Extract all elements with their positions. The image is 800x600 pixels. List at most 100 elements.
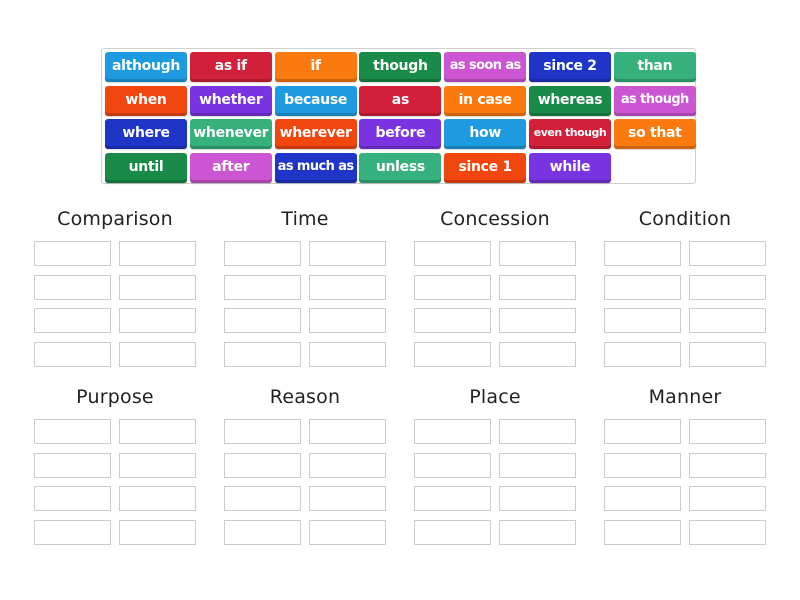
drop-slot[interactable] [34, 308, 111, 333]
word-tile[interactable]: before [359, 119, 442, 150]
drop-slot[interactable] [119, 341, 196, 367]
drop-slot[interactable] [119, 241, 196, 266]
category-title: Condition [638, 208, 732, 230]
drop-slot[interactable] [499, 486, 576, 511]
drop-slot[interactable] [499, 241, 576, 266]
drop-slot[interactable] [224, 419, 301, 444]
drop-slot[interactable] [604, 308, 681, 333]
drop-slot[interactable] [34, 274, 111, 300]
drop-slot[interactable] [689, 486, 766, 511]
category-title: Reason [269, 386, 341, 408]
drop-slot[interactable] [119, 274, 196, 300]
word-tile[interactable]: so that [613, 119, 696, 150]
drop-slot[interactable] [414, 519, 491, 545]
drop-slot[interactable] [604, 486, 681, 511]
word-tile[interactable]: until [105, 152, 187, 183]
drop-slot[interactable] [499, 519, 576, 545]
group-sort-activity: although as if if though as soon as since 2th… [0, 0, 800, 600]
drop-slot[interactable] [224, 241, 301, 266]
drop-slot[interactable] [689, 452, 766, 478]
drop-slot[interactable] [604, 452, 681, 478]
category-title: Time [281, 208, 329, 230]
drop-slot[interactable] [119, 419, 196, 444]
drop-slot[interactable] [34, 486, 111, 511]
drop-slot[interactable] [119, 452, 196, 478]
word-tile[interactable]: how [444, 119, 527, 150]
drop-slot[interactable] [309, 519, 386, 545]
category-title: Manner [648, 386, 722, 408]
drop-slot[interactable] [224, 341, 301, 367]
drop-slot[interactable] [499, 341, 576, 367]
word-tile[interactable]: whether [189, 85, 272, 116]
drop-slot[interactable] [34, 452, 111, 478]
word-tile[interactable]: where [105, 119, 187, 150]
drop-slot[interactable] [689, 274, 766, 300]
drop-slot[interactable] [604, 419, 681, 444]
word-tile[interactable]: since 2 [529, 52, 611, 82]
drop-slot[interactable] [309, 341, 386, 367]
drop-slot[interactable] [689, 341, 766, 367]
drop-slot[interactable] [604, 274, 681, 300]
word-tile[interactable]: unless [359, 152, 442, 183]
tile-bank: although as if if though as soon as since 2th… [101, 48, 696, 184]
drop-slot[interactable] [499, 308, 576, 333]
drop-slot[interactable] [224, 452, 301, 478]
word-tile[interactable]: as much as [274, 152, 357, 183]
category-title: Place [469, 386, 521, 408]
drop-slot[interactable] [414, 341, 491, 367]
drop-slot[interactable] [224, 486, 301, 511]
drop-slot[interactable] [414, 241, 491, 266]
word-tile[interactable]: because [274, 85, 357, 116]
drop-slot[interactable] [309, 452, 386, 478]
drop-slot[interactable] [34, 419, 111, 444]
word-tile[interactable]: since 1 [444, 152, 527, 183]
word-tile[interactable]: whenever [189, 119, 272, 150]
drop-slot[interactable] [414, 486, 491, 511]
drop-slot[interactable] [34, 519, 111, 545]
drop-slot[interactable] [414, 452, 491, 478]
drop-slot[interactable] [499, 452, 576, 478]
drop-slot[interactable] [224, 308, 301, 333]
drop-slot[interactable] [689, 241, 766, 266]
word-tile[interactable]: whereas [529, 85, 611, 116]
word-tile[interactable]: as [359, 85, 442, 116]
word-tile[interactable]: as soon as [444, 52, 527, 82]
category-title: Purpose [76, 386, 154, 408]
drop-slot[interactable] [119, 486, 196, 511]
drop-slot[interactable] [309, 486, 386, 511]
word-tile[interactable]: while [529, 152, 611, 183]
drop-slot[interactable] [414, 308, 491, 333]
drop-slot[interactable] [499, 419, 576, 444]
word-tile[interactable]: wherever [274, 119, 357, 150]
drop-slot[interactable] [309, 419, 386, 444]
drop-slot[interactable] [309, 274, 386, 300]
drop-slot[interactable] [34, 241, 111, 266]
drop-slot[interactable] [224, 274, 301, 300]
drop-slot[interactable] [309, 308, 386, 333]
drop-slot[interactable] [309, 241, 386, 266]
word-tile[interactable]: in case [444, 85, 527, 116]
word-tile[interactable]: after [189, 152, 272, 183]
drop-slot[interactable] [34, 341, 111, 367]
drop-slot[interactable] [414, 419, 491, 444]
drop-slot[interactable] [689, 308, 766, 333]
drop-slot[interactable] [689, 519, 766, 545]
drop-slot[interactable] [119, 519, 196, 545]
drop-slot[interactable] [224, 519, 301, 545]
word-tile[interactable]: if [274, 52, 357, 82]
word-tile[interactable]: as if [189, 52, 272, 82]
drop-slot[interactable] [689, 419, 766, 444]
word-tile[interactable]: even though [529, 119, 611, 150]
drop-slot[interactable] [499, 274, 576, 300]
word-tile[interactable]: when [105, 85, 187, 116]
drop-slot[interactable] [604, 519, 681, 545]
word-tile[interactable]: although [105, 52, 187, 82]
category-title: Concession [440, 208, 550, 230]
drop-slot[interactable] [604, 241, 681, 266]
word-tile[interactable]: though [359, 52, 442, 82]
drop-slot[interactable] [414, 274, 491, 300]
word-tile[interactable]: as though [613, 85, 696, 116]
drop-slot[interactable] [604, 341, 681, 367]
word-tile[interactable]: than [613, 52, 696, 82]
drop-slot[interactable] [119, 308, 196, 333]
